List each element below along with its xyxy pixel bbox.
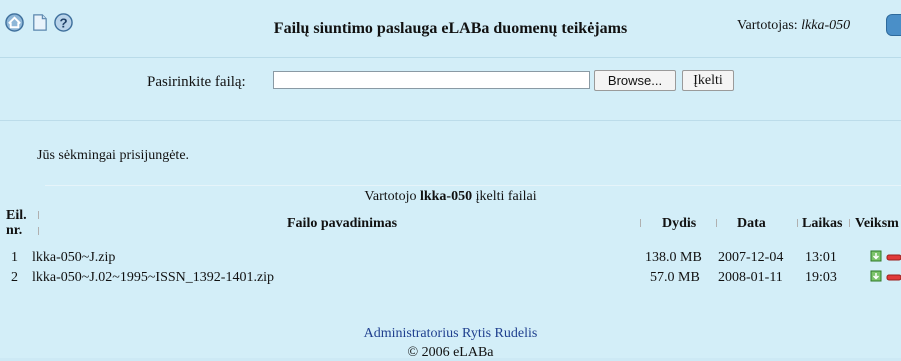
upload-button[interactable]: Įkelti (682, 70, 734, 91)
caption-prefix: Vartotojo (364, 189, 417, 204)
row-1-time: 13:01 (805, 250, 837, 265)
footer-admin: Administratorius Rytis Rudelis (0, 326, 901, 342)
col-divider (716, 219, 717, 227)
admin-link[interactable]: Administratorius Rytis Rudelis (364, 326, 538, 341)
header-bar: ? Failų siuntimo paslauga eLABa duomenų … (0, 0, 901, 58)
col-divider (38, 227, 39, 235)
col-name: Failo pavadinimas (287, 216, 398, 231)
download-icon[interactable] (870, 270, 882, 282)
download-icon[interactable] (870, 250, 882, 262)
status-message: Jūs sėkmingai prisijungėte. (37, 148, 190, 163)
delete-icon[interactable] (886, 271, 901, 283)
files-caption: Vartotojo lkka-050 įkelti failai (0, 189, 901, 205)
col-date: Data (737, 216, 766, 231)
footer-copyright: © 2006 eLABa (407, 345, 494, 360)
row-2-time: 19:03 (805, 270, 837, 285)
row-1-date: 2007-12-04 (718, 250, 784, 265)
logout-icon[interactable] (886, 14, 901, 36)
file-path-input[interactable] (273, 71, 590, 89)
col-actions: Veiksm (855, 216, 899, 231)
col-nr-line2: nr. (6, 223, 23, 238)
col-divider (38, 211, 39, 219)
caption-suffix: įkelti failai (475, 189, 537, 204)
col-divider (797, 219, 798, 227)
col-nr-line1: Eil. (6, 208, 27, 223)
col-divider (849, 219, 850, 227)
row-1-filename: lkka-050~J.zip (32, 250, 116, 265)
col-time: Laikas (802, 216, 843, 231)
row-2-filename: lkka-050~J.02~1995~ISSN_1392-1401.zip (32, 270, 275, 285)
delete-icon[interactable] (886, 251, 901, 263)
row-2-nr: 2 (11, 270, 18, 285)
col-size: Dydis (662, 216, 697, 231)
user-info: Vartotojas: lkka-050 (737, 18, 850, 34)
user-name: lkka-050 (801, 18, 851, 33)
caption-user: lkka-050 (419, 189, 473, 204)
divider (45, 185, 901, 186)
row-1-nr: 1 (11, 250, 18, 265)
main-content: Jūs sėkmingai prisijungėte. Vartotojo lk… (0, 121, 901, 360)
row-1-size: 138.0 MB (645, 250, 702, 265)
upload-form: Pasirinkite failą: Browse... Įkelti (0, 58, 901, 121)
user-label: Vartotojas: (737, 18, 798, 33)
browse-button[interactable]: Browse... (594, 70, 676, 91)
col-divider (640, 219, 641, 227)
row-2-date: 2008-01-11 (718, 270, 783, 285)
row-2-size: 57.0 MB (650, 270, 700, 285)
file-select-label: Pasirinkite failą: (147, 74, 246, 90)
